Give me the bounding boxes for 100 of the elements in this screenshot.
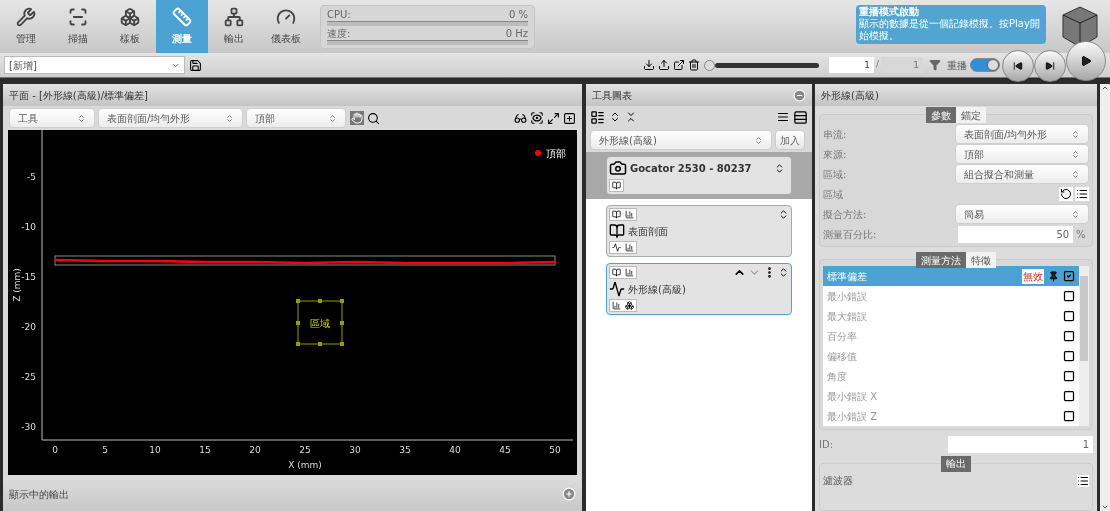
pin-icon[interactable] [1048,270,1060,282]
play-button[interactable] [1066,41,1106,81]
frame-input[interactable]: 1 [828,57,874,73]
export-icon[interactable] [672,59,685,71]
checkbox-icon[interactable] [1063,330,1076,342]
unit-label: % [1076,227,1087,242]
select-arrow-icon [225,113,234,123]
measurement-label: 百分率 [827,329,858,344]
checkbox-icon[interactable] [1063,310,1076,322]
upload-icon[interactable] [657,59,670,71]
port-icon [612,210,621,219]
zoom-icon[interactable] [367,111,380,125]
list-icon[interactable] [1077,474,1090,487]
tool-select[interactable]: 外形線(高級) [590,130,772,150]
expand-icon[interactable] [778,209,789,220]
nav-tab[interactable]: 輸出 [208,0,260,53]
compact-view-icon[interactable] [777,111,789,123]
x-axis-label: X (mm) [288,460,322,470]
nav-tab[interactable]: 掃描 [52,0,104,53]
field-select[interactable]: 表面剖面/均勻外形 [955,124,1090,144]
add-icon[interactable] [562,487,576,501]
seek-thumb[interactable] [703,59,715,71]
reset-icon[interactable] [1059,187,1074,201]
scroll-up-icon[interactable] [1101,84,1110,92]
boxes-icon [120,7,140,27]
percent-input[interactable]: 50 [958,225,1074,243]
checkbox-icon[interactable] [1063,410,1076,422]
field-label: 測量百分比: [823,227,877,242]
field-label: 來源: [823,147,847,162]
seek-slider[interactable] [703,59,819,71]
measure-tab[interactable]: 測量方法 [916,252,967,268]
filter-icon[interactable] [929,59,941,71]
port-icon [625,210,634,219]
output-tab[interactable]: 輸出 [941,456,972,472]
list-icon[interactable] [1075,187,1090,201]
measurement-row[interactable]: 標準偏差 無效 [823,266,1080,286]
list-scrollbar[interactable] [1079,266,1090,426]
next-button[interactable] [1034,50,1066,82]
select-arrow-icon [1071,169,1081,179]
select-arrow-icon [1071,129,1081,139]
nav-tab[interactable]: 樣板 [104,0,156,53]
save-icon[interactable] [189,58,202,72]
expand-all-icon[interactable] [609,111,621,123]
checkbox-icon[interactable] [1063,290,1076,302]
field-label: 區域 [823,187,843,202]
measurement-label: 最大錯誤 [827,309,868,324]
replay-toggle[interactable] [970,58,1000,72]
port-icon [612,268,621,277]
tool-node[interactable]: 外形線(高級) [606,263,792,315]
settings-tab[interactable]: 參數 [926,107,957,123]
glasses-icon[interactable] [514,111,527,125]
expand-icon[interactable] [778,267,789,278]
detail-view-icon[interactable] [793,109,808,125]
view-select[interactable]: 頂部 [246,108,346,128]
view-select[interactable]: 工具 [9,108,95,128]
node-title: Gocator 2530 - 80237 [630,161,752,176]
maximize-icon[interactable] [547,111,560,125]
expand-icon[interactable] [774,162,785,174]
measurement-label: 最小錯誤 Z [827,409,879,424]
add-button[interactable]: 加入 [775,130,805,150]
scroll-down-icon[interactable] [1101,503,1110,511]
field-label: 擬合方法: [823,207,867,222]
collapse-icon[interactable] [793,88,806,102]
measurement-label: 最小錯誤 [827,289,868,304]
panel-title: 工具圖表 [592,88,632,103]
checkbox-checked-icon[interactable] [1063,270,1076,282]
filter-label: 濾波器 [823,474,853,488]
field-select[interactable]: 頂部 [955,144,1090,164]
y-tick-label: -5 [27,172,36,182]
settings-tab[interactable]: 錨定 [956,107,987,123]
field-select[interactable]: 簡易 [955,204,1090,224]
select-arrow-icon [1071,149,1081,159]
checkbox-icon[interactable] [1063,390,1076,402]
nav-tab[interactable]: 管理 [0,0,52,53]
trash-icon[interactable] [687,59,700,71]
job-select[interactable]: [新增] [4,56,185,74]
fit-view-icon[interactable] [530,111,544,125]
download-icon[interactable] [642,59,655,71]
view-select[interactable]: 表面剖面/均勻外形 [98,108,243,128]
measure-tab[interactable]: 特徵 [966,252,997,268]
y-tick-label: -20 [21,322,36,332]
checkbox-icon[interactable] [1063,350,1076,362]
nav-tab[interactable]: 儀表板 [260,0,312,53]
checkbox-icon[interactable] [1063,370,1076,382]
measurement-label: 標準偏差 [827,269,868,284]
id-input[interactable]: 1 [948,436,1094,453]
tool-node[interactable]: 表面剖面 [606,205,792,257]
page-scrollbar[interactable] [1100,84,1110,511]
status-badge: 無效 [1022,268,1045,284]
field-select[interactable]: 組合擬合和測量 [955,164,1090,184]
sensor-node[interactable]: Gocator 2530 - 80237 [606,156,792,195]
pan-icon[interactable] [350,111,364,125]
add-view-icon[interactable] [563,111,576,125]
previous-button[interactable] [1002,50,1034,82]
id-label: ID: [819,438,834,452]
collapse-all-icon[interactable] [625,111,637,123]
x-tick-label: 35 [399,445,411,455]
node-title: 外形線(高級) [628,282,686,297]
list-view-icon[interactable] [590,109,605,125]
wrench-icon [16,7,36,27]
